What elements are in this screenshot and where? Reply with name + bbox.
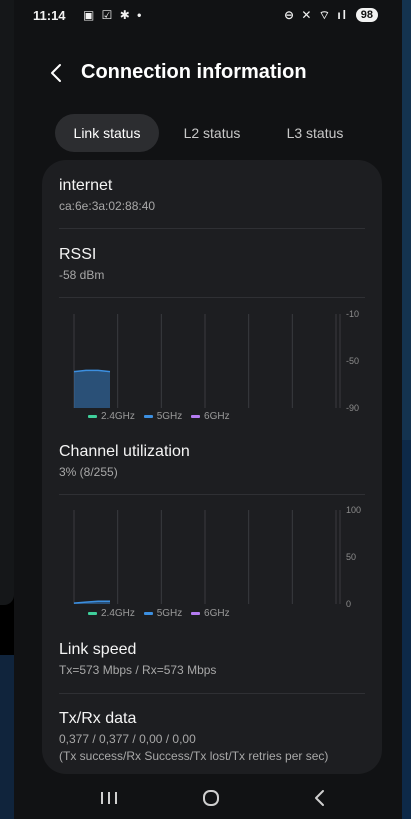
tab-link-status[interactable]: Link status [55, 114, 159, 152]
txrx-data-note: (Tx success/Rx Success/Tx lost/Tx retrie… [59, 749, 329, 763]
rssi-value: -58 dBm [59, 268, 105, 282]
series-area [74, 370, 110, 408]
y-tick-label: 0 [346, 599, 351, 609]
y-tick-label: 100 [346, 505, 361, 515]
background-app-panel [0, 0, 14, 605]
legend-swatch-6ghz [191, 611, 201, 615]
back-arrow-icon[interactable] [44, 60, 70, 86]
connectivity-icons: ⊖ ✕ ⌔ ıl [283, 8, 348, 22]
channel-chart-legend: 2.4GHz 5GHz 6GHz [82, 608, 230, 619]
channel-utilization-chart: 100 50 0 [72, 504, 372, 612]
legend-label-6ghz: 6GHz [204, 411, 230, 422]
legend-label-6ghz: 6GHz [204, 608, 230, 619]
recent-apps-icon[interactable] [89, 782, 129, 814]
background-app-edge-right-top [402, 0, 411, 440]
divider [59, 494, 365, 495]
y-tick-label: 50 [346, 552, 356, 562]
rssi-title: RSSI [59, 246, 97, 263]
rssi-item: RSSI -58 dBm [59, 246, 365, 282]
channel-utilization-value: 3% (8/255) [59, 465, 118, 479]
legend-label-5ghz: 5GHz [156, 411, 183, 422]
legend-swatch-6ghz [191, 414, 201, 418]
internet-title: internet [59, 177, 113, 194]
internet-item: internet ca:6e:3a:02:88:40 [59, 177, 365, 213]
nav-back-icon[interactable] [299, 782, 339, 814]
status-bar: 11:14 ▣ ☑ ✱ • ⊖ ✕ ⌔ ıl 98 [33, 6, 378, 28]
link-speed-title: Link speed [59, 641, 137, 658]
channel-utilization-title: Channel utilization [59, 443, 190, 460]
y-tick-label: -50 [346, 356, 359, 366]
divider [59, 228, 365, 229]
legend-swatch-5ghz [143, 414, 153, 418]
tab-l2-status[interactable]: L2 status [167, 114, 257, 152]
home-icon[interactable] [191, 782, 231, 814]
legend-swatch-5ghz [143, 611, 153, 615]
link-speed-item: Link speed Tx=573 Mbps / Rx=573 Mbps [59, 641, 365, 677]
txrx-data-title: Tx/Rx data [59, 710, 137, 727]
legend-swatch-2-4ghz [88, 611, 97, 615]
y-tick-label: -10 [346, 309, 359, 319]
rssi-chart: -10 -50 -90 [72, 308, 372, 416]
txrx-data-item: Tx/Rx data 0,377 / 0,377 / 0,00 / 0,00 (… [59, 710, 365, 763]
rssi-chart-svg: -10 -50 -90 [73, 309, 359, 413]
connection-info-card: internet ca:6e:3a:02:88:40 RSSI -58 dBm … [42, 160, 382, 774]
notification-icons: ▣ ☑ ✱ • [83, 8, 144, 22]
rssi-chart-legend: 2.4GHz 5GHz 6GHz [82, 411, 230, 422]
link-speed-value: Tx=573 Mbps / Rx=573 Mbps [59, 663, 217, 677]
channel-utilization-chart-svg: 100 50 0 [73, 505, 361, 609]
navigation-bar [14, 778, 402, 819]
status-time: 11:14 [33, 8, 66, 23]
battery-icon: 98 [355, 8, 378, 22]
y-tick-label: -90 [346, 403, 359, 413]
divider [59, 693, 365, 694]
legend-swatch-2-4ghz [88, 414, 97, 418]
legend-label-2-4ghz: 2.4GHz [101, 608, 135, 619]
legend-label-5ghz: 5GHz [156, 608, 183, 619]
txrx-data-value: 0,377 / 0,377 / 0,00 / 0,00 [59, 732, 196, 746]
internet-mac: ca:6e:3a:02:88:40 [59, 199, 156, 213]
channel-utilization-item: Channel utilization 3% (8/255) [59, 443, 365, 479]
legend-label-2-4ghz: 2.4GHz [101, 411, 135, 422]
page-title: Connection information [81, 61, 307, 83]
tab-l3-status[interactable]: L3 status [267, 114, 363, 152]
divider [59, 297, 365, 298]
